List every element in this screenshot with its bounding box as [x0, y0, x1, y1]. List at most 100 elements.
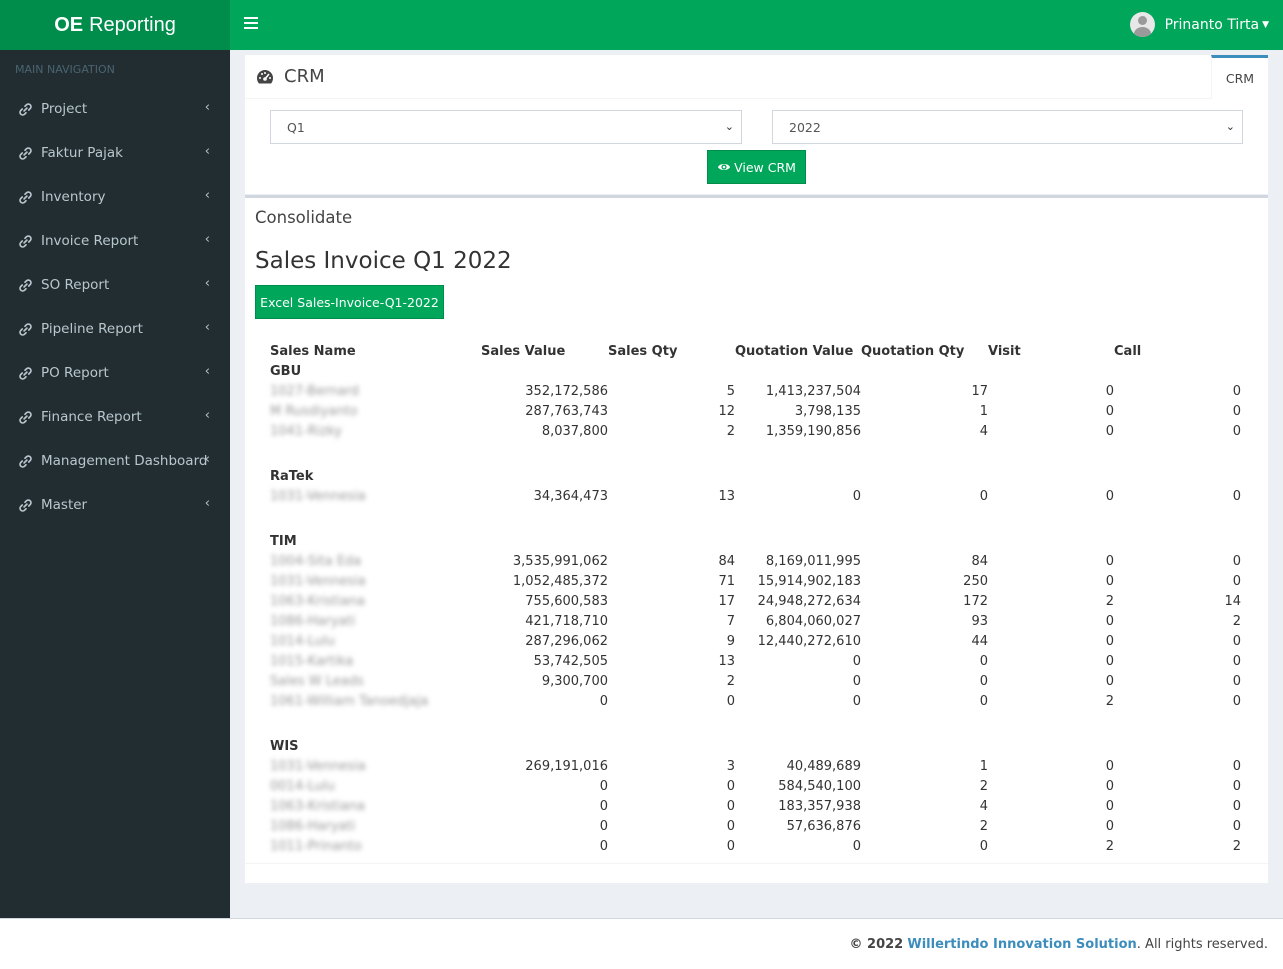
- sales-value-cell: 0: [599, 778, 608, 794]
- sidebar-item-inventory[interactable]: Inventory ‹: [0, 175, 230, 219]
- sales-name-cell: 1031-Vennesia: [270, 573, 366, 589]
- col-header-sales-name: Sales Name: [270, 343, 356, 359]
- call-cell: 0: [1232, 488, 1241, 504]
- call-cell: 2: [1232, 613, 1241, 629]
- quotation-value-cell: 183,357,938: [778, 798, 861, 814]
- visit-cell: 0: [1105, 403, 1114, 419]
- call-cell: 0: [1232, 673, 1241, 689]
- group-name: TIM: [270, 533, 297, 549]
- quotation-value-cell: 1,359,190,856: [765, 423, 861, 439]
- sidebar-item-invoice-report[interactable]: Invoice Report ‹: [0, 219, 230, 263]
- view-crm-button[interactable]: View CRM: [707, 150, 806, 184]
- sales-value-cell: 3,535,991,062: [512, 553, 608, 569]
- sidebar-item-project[interactable]: Project ‹: [0, 87, 230, 131]
- quotation-value-cell: 15,914,902,183: [757, 573, 861, 589]
- group-row: RaTek: [270, 466, 1241, 486]
- footer-rights: . All rights reserved.: [1136, 937, 1268, 952]
- sales-qty-cell: 9: [726, 633, 735, 649]
- footer: © 2022 Willertindo Innovation Solution. …: [0, 918, 1283, 969]
- footer-copyright: © 2022: [849, 937, 904, 952]
- sales-name-cell: 1041-Rizky: [270, 423, 343, 439]
- visit-cell: 0: [1105, 573, 1114, 589]
- sidebar-item-finance-report[interactable]: Finance Report ‹: [0, 395, 230, 439]
- sales-value-cell: 53,742,505: [533, 653, 608, 669]
- table-row: 1004-Sita Eda 3,535,991,062 84 8,169,011,99…: [270, 551, 1241, 571]
- table-row: 1041-Rizky 8,037,800 2 1,359,190,856 4 0 0: [270, 421, 1241, 441]
- sidebar-item-faktur-pajak[interactable]: Faktur Pajak ‹: [0, 131, 230, 175]
- sales-value-cell: 0: [599, 838, 608, 854]
- company-link[interactable]: Willertindo Innovation Solution: [907, 937, 1136, 952]
- quotation-value-cell: 40,489,689: [786, 758, 861, 774]
- quotation-qty-cell: 4: [979, 798, 988, 814]
- hamburger-icon[interactable]: [244, 17, 258, 31]
- sales-name-cell: 1015-Kartika: [270, 653, 354, 669]
- quarter-select[interactable]: Q1 ⌄: [270, 110, 742, 144]
- tab-crm[interactable]: CRM: [1211, 55, 1268, 99]
- quotation-value-cell: 0: [852, 673, 861, 689]
- table-row: 1063-Kristiana 755,600,583 17 24,948,272,63…: [270, 591, 1241, 611]
- quotation-value-cell: 0: [852, 653, 861, 669]
- chevron-left-icon: ‹: [204, 496, 210, 511]
- chevron-down-icon: ⌄: [1225, 120, 1235, 133]
- year-select[interactable]: 2022 ⌄: [772, 110, 1243, 144]
- call-cell: 0: [1232, 403, 1241, 419]
- col-header-sales-value: Sales Value: [481, 343, 566, 359]
- sidebar-item-management-dashboard[interactable]: Management Dashboard ‹: [0, 439, 230, 483]
- chevron-left-icon: ‹: [204, 100, 210, 115]
- sales-value-cell: 352,172,586: [525, 383, 608, 399]
- quotation-qty-cell: 1: [979, 758, 988, 774]
- sidebar-item-po-report[interactable]: PO Report ‹: [0, 351, 230, 395]
- sales-value-cell: 8,037,800: [541, 423, 608, 439]
- group-spacer: [270, 506, 1241, 531]
- quotation-qty-cell: 84: [971, 553, 988, 569]
- sidebar-item-label: PO Report: [41, 365, 109, 381]
- sales-value-cell: 287,296,062: [525, 633, 608, 649]
- user-menu[interactable]: Prinanto Tirta ▼: [1129, 12, 1269, 37]
- sidebar: MAIN NAVIGATION Project ‹ Faktur Pajak ‹ Inv…: [0, 50, 230, 918]
- quotation-value-cell: 3,798,135: [794, 403, 861, 419]
- quotation-value-cell: 12,440,272,610: [757, 633, 861, 649]
- sales-name-cell: 1061-William Tanoedjaja: [270, 693, 429, 709]
- visit-cell: 0: [1105, 613, 1114, 629]
- sidebar-item-label: Management Dashboard: [41, 453, 208, 469]
- page-title: Sales Invoice Q1 2022: [255, 248, 512, 274]
- group-row: WIS: [270, 736, 1241, 756]
- sales-qty-cell: 13: [718, 488, 735, 504]
- sales-value-cell: 34,364,473: [533, 488, 608, 504]
- visit-cell: 0: [1105, 553, 1114, 569]
- sales-name-cell: 1031-Vennesia: [270, 488, 366, 504]
- visit-cell: 0: [1105, 758, 1114, 774]
- sidebar-item-so-report[interactable]: SO Report ‹: [0, 263, 230, 307]
- quotation-qty-cell: 2: [979, 818, 988, 834]
- link-icon: [18, 322, 33, 337]
- quotation-qty-cell: 2: [979, 778, 988, 794]
- group-name: WIS: [270, 738, 299, 754]
- call-cell: 0: [1232, 553, 1241, 569]
- table-row: 1015-Kartika 53,742,505 13 0 0 0 0: [270, 651, 1241, 671]
- col-header-quotation-value: Quotation Value: [735, 343, 854, 359]
- quotation-value-cell: 1,413,237,504: [765, 383, 861, 399]
- crm-title: CRM: [284, 66, 325, 87]
- excel-export-button[interactable]: Excel Sales-Invoice-Q1-2022: [255, 285, 444, 319]
- col-header-quotation-qty: Quotation Qty: [861, 343, 965, 359]
- sales-qty-cell: 5: [726, 383, 735, 399]
- sidebar-item-pipeline-report[interactable]: Pipeline Report ‹: [0, 307, 230, 351]
- quotation-qty-cell: 4: [979, 423, 988, 439]
- quotation-qty-cell: 0: [979, 673, 988, 689]
- quotation-qty-cell: 44: [971, 633, 988, 649]
- chevron-left-icon: ‹: [204, 144, 210, 159]
- visit-cell: 2: [1105, 593, 1114, 609]
- app-logo[interactable]: OE Reporting: [0, 0, 230, 50]
- sales-name-cell: 1004-Sita Eda: [270, 553, 362, 569]
- table-body: GBU 1027-Bernard 352,172,586 5 1,413,237,504…: [270, 361, 1241, 856]
- quotation-value-cell: 0: [852, 488, 861, 504]
- table-row: 1086-Haryati 0 0 57,636,876 2 0 0: [270, 816, 1241, 836]
- sidebar-item-label: Inventory: [41, 189, 106, 205]
- sales-name-cell: 1063-Kristiana: [270, 593, 365, 609]
- group-spacer: [270, 711, 1241, 736]
- quotation-qty-cell: 0: [979, 488, 988, 504]
- sidebar-item-master[interactable]: Master ‹: [0, 483, 230, 527]
- group-name: GBU: [270, 363, 302, 379]
- sales-value-cell: 9,300,700: [541, 673, 608, 689]
- user-name: Prinanto Tirta: [1164, 16, 1260, 33]
